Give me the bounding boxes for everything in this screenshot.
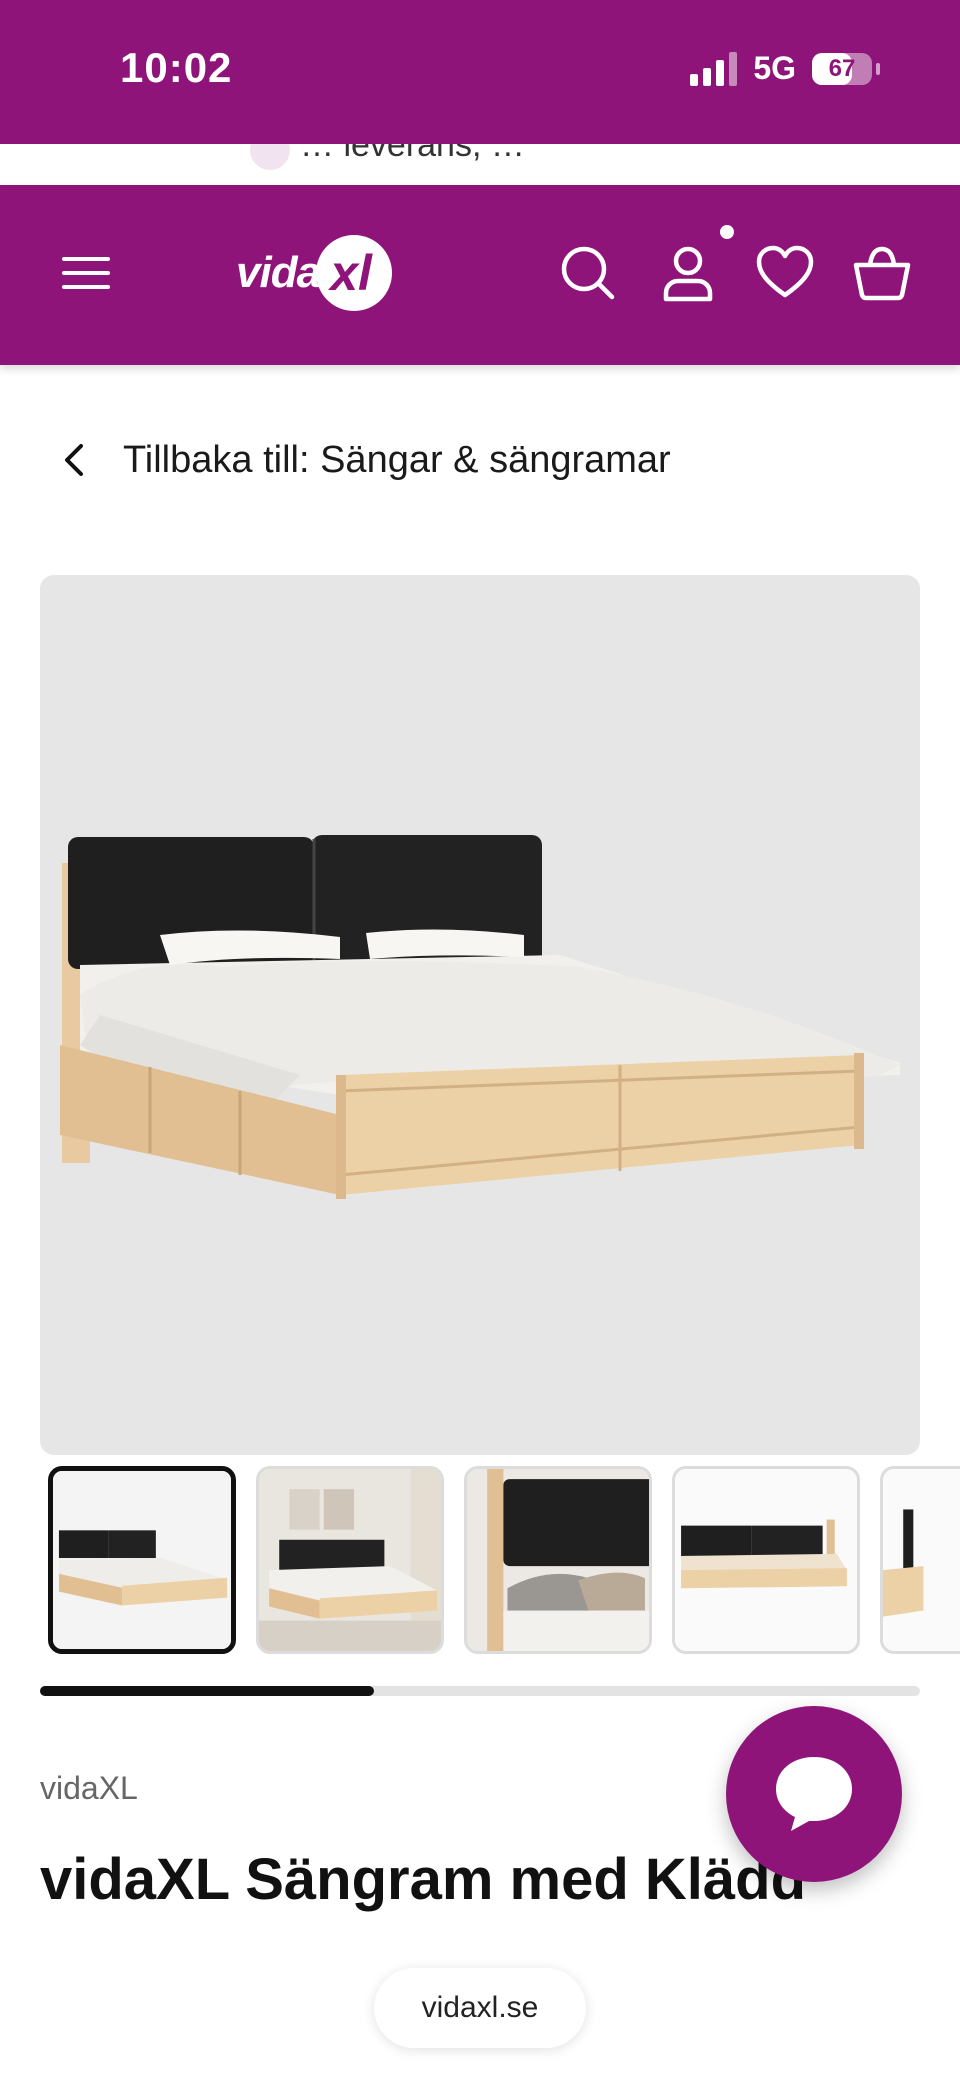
gallery-scrollbar[interactable]	[40, 1686, 920, 1696]
back-link[interactable]: Tillbaka till: Sängar & sängramar	[55, 430, 671, 490]
browser-url-text: vidaxl.se	[421, 1991, 539, 2024]
search-icon[interactable]	[558, 243, 618, 303]
wishlist-icon[interactable]	[755, 243, 815, 303]
logo-badge: xl	[316, 235, 393, 311]
product-brand[interactable]: vidaXL	[40, 1770, 138, 1807]
delivery-notice-text: … leverans, …	[300, 144, 525, 164]
signal-icon	[690, 51, 738, 86]
battery-tip	[876, 62, 880, 75]
status-indicators: 5G 67	[690, 50, 880, 87]
thumbnail-3[interactable]	[464, 1466, 652, 1654]
chat-bubble-icon	[776, 1757, 852, 1831]
gallery-scrollbar-thumb[interactable]	[40, 1686, 375, 1696]
status-time: 10:02	[120, 44, 233, 91]
thumbnail-1[interactable]	[48, 1466, 236, 1654]
logo-badge-text: xl	[330, 245, 372, 301]
status-bar: 10:02 5G 67	[0, 0, 960, 144]
thumbnail-4-image	[675, 1469, 857, 1651]
thumbnail-strip[interactable]	[48, 1466, 960, 1658]
delivery-notice-strip: … leverans, …	[0, 144, 960, 184]
site-header: vida xl	[0, 185, 960, 365]
back-link-label: Tillbaka till: Sängar & sängramar	[123, 438, 671, 481]
browser-url-bar[interactable]: vidaxl.se	[374, 1968, 586, 2048]
truck-icon	[250, 144, 290, 170]
account-icon[interactable]	[658, 243, 718, 303]
thumbnail-5-image	[883, 1469, 960, 1651]
network-label: 5G	[753, 50, 796, 86]
battery-icon: 67	[812, 52, 872, 85]
thumbnail-3-image	[467, 1469, 649, 1651]
battery-level: 67	[828, 54, 856, 82]
menu-icon[interactable]	[58, 243, 118, 303]
cart-icon[interactable]	[852, 243, 912, 303]
bed-illustration	[60, 835, 900, 1199]
thumbnail-5[interactable]	[880, 1466, 960, 1654]
chevron-left-icon	[65, 444, 83, 476]
chat-button[interactable]	[726, 1706, 902, 1882]
thumbnail-4[interactable]	[672, 1466, 860, 1654]
vidaxl-logo[interactable]: vida xl	[236, 233, 393, 313]
product-main-image[interactable]	[40, 575, 920, 1455]
logo-text: vida	[236, 248, 321, 297]
notification-dot	[720, 225, 734, 239]
thumbnail-2-image	[259, 1469, 441, 1651]
thumbnail-1-image	[53, 1471, 231, 1649]
thumbnail-2[interactable]	[256, 1466, 444, 1654]
